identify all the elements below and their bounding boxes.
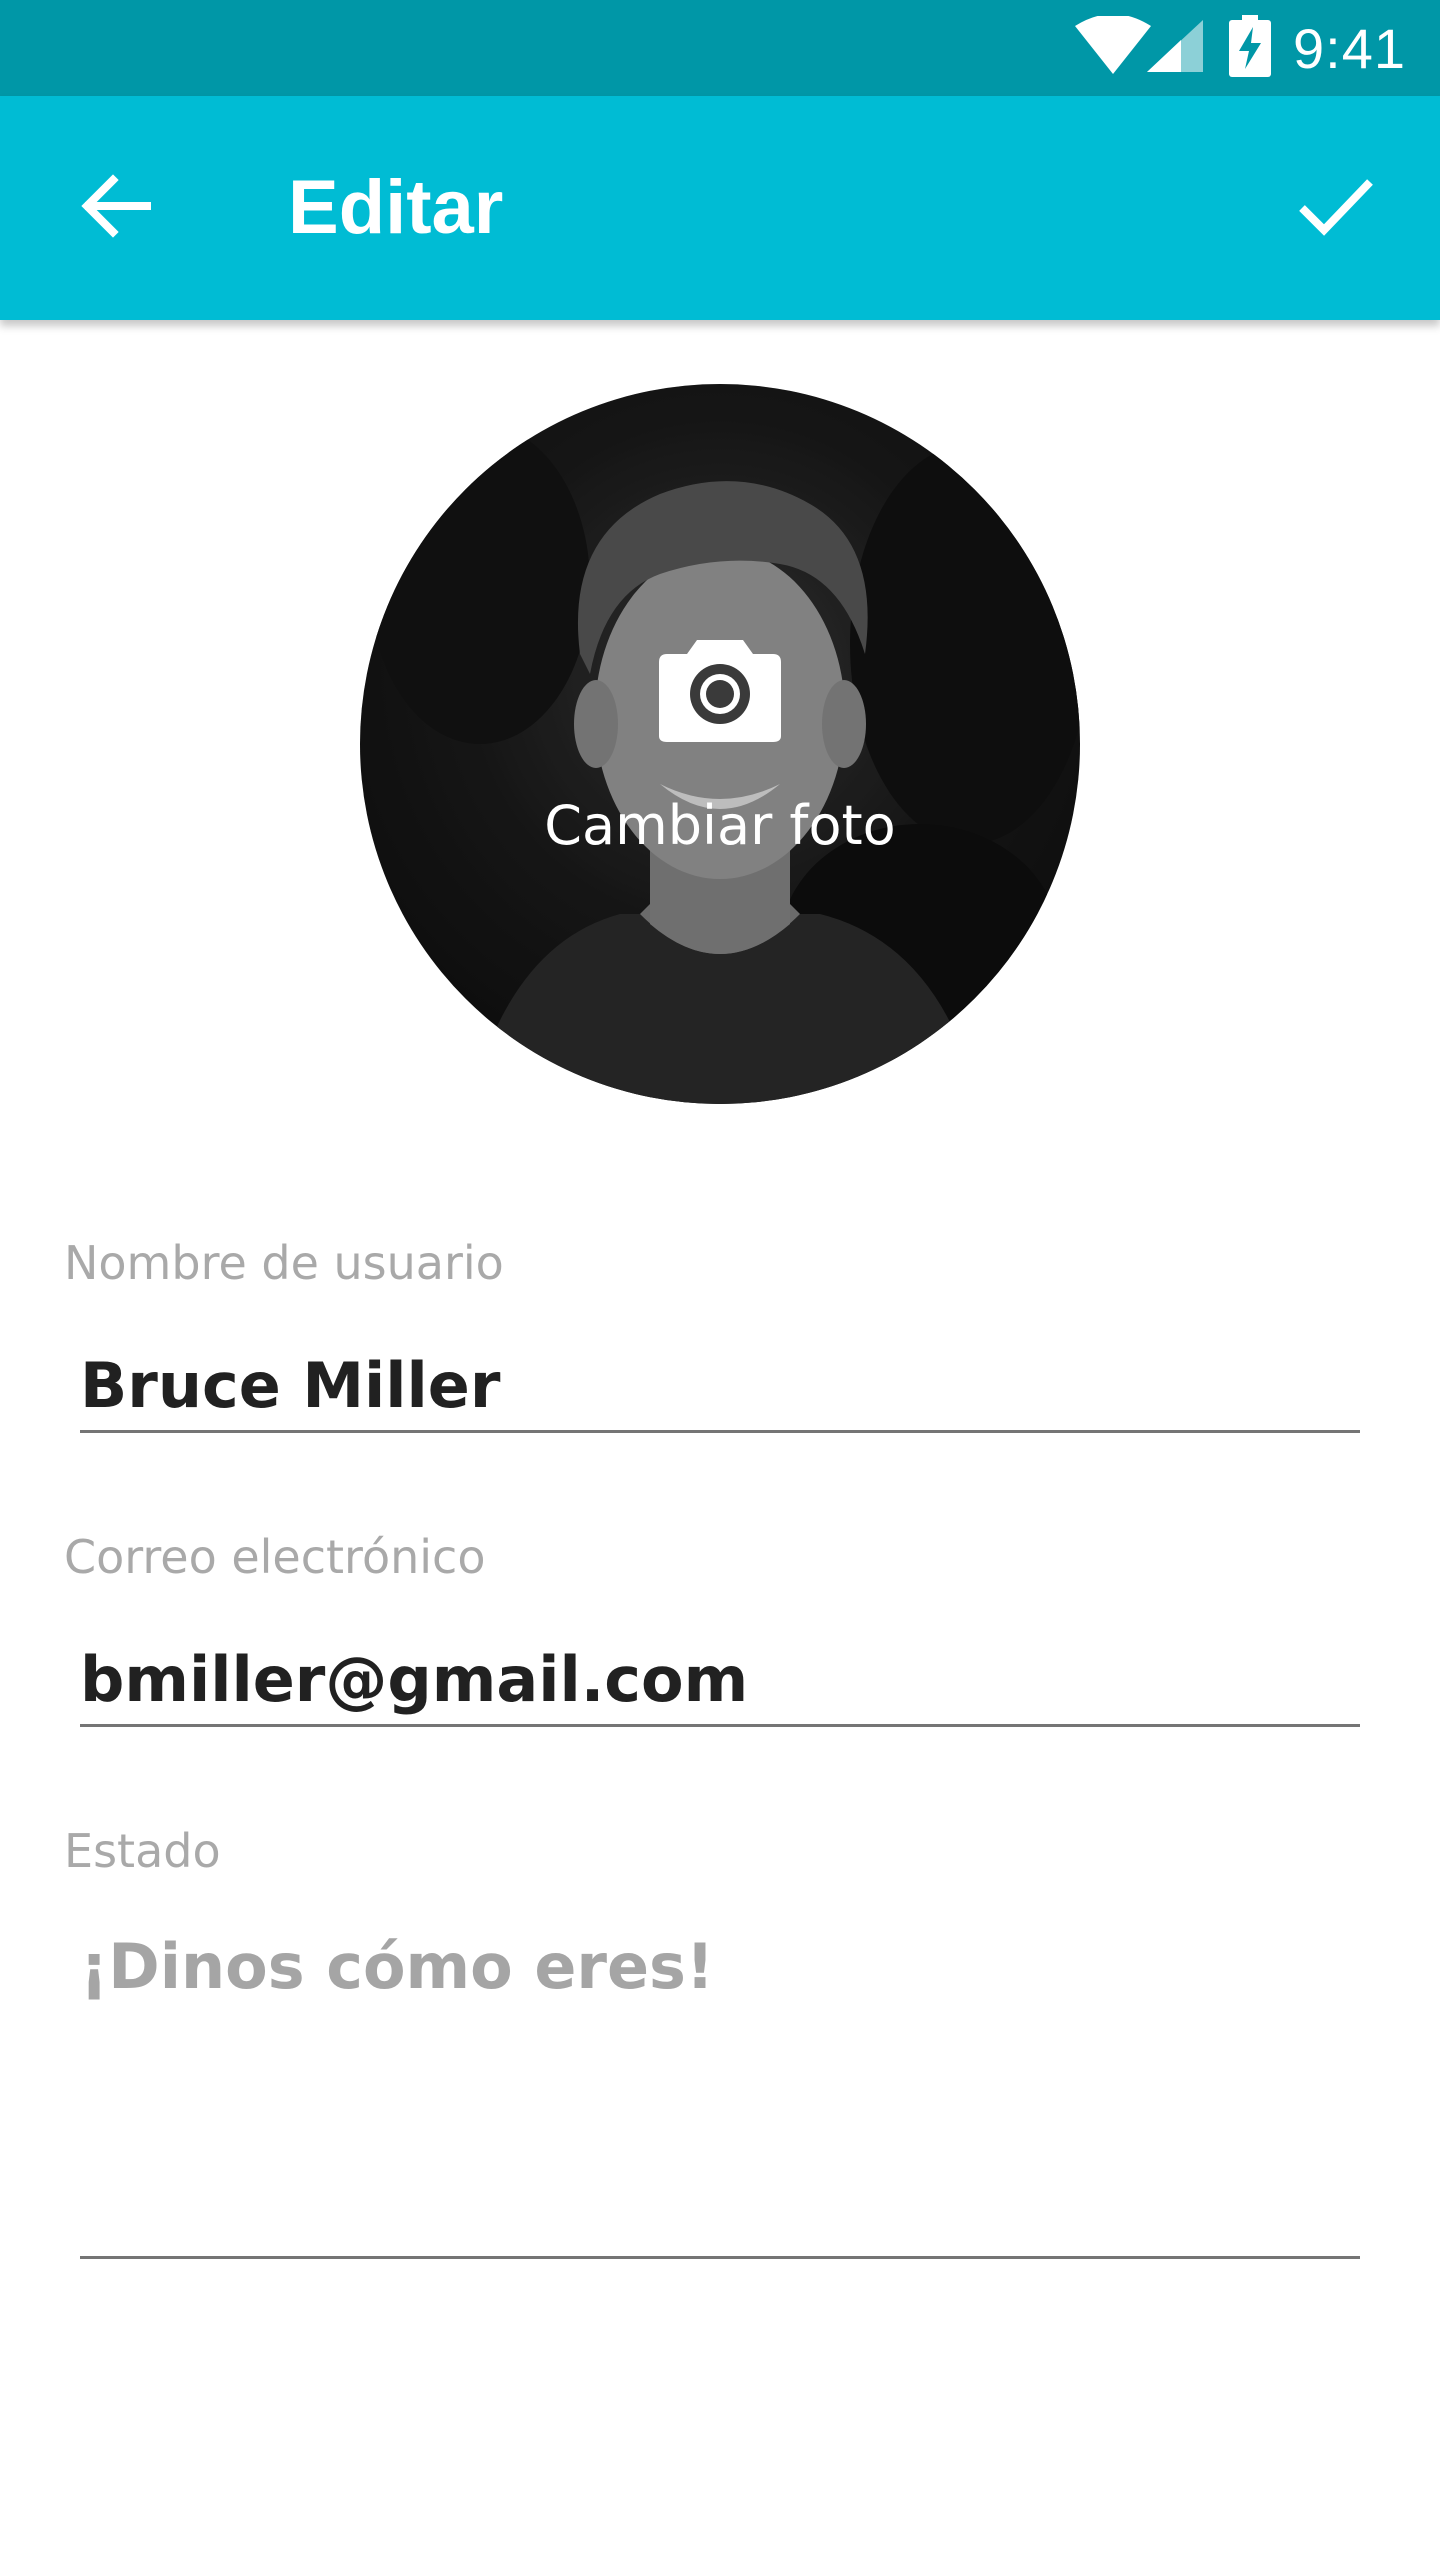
check-icon [1298,176,1374,241]
status-bar: 9:41 [0,0,1440,96]
cellular-signal-icon [1145,18,1207,79]
confirm-button[interactable] [1272,148,1400,268]
wifi-icon [1073,13,1153,81]
arrow-back-icon [81,173,151,243]
status-icons: 9:41 [1073,0,1406,96]
email-input[interactable] [80,1634,1360,1727]
status-label: Estado [64,1824,221,1878]
back-button[interactable] [56,148,176,268]
avatar-change-photo[interactable]: Cambiar foto [360,384,1080,1104]
status-time: 9:41 [1293,16,1406,80]
status-textarea[interactable] [80,1930,1360,2259]
change-photo-label: Cambiar foto [544,794,896,857]
battery-charging-icon [1229,14,1271,82]
email-label: Correo electrónico [64,1530,486,1584]
page-title: Editar [288,165,504,250]
app-bar: Editar [0,96,1440,320]
username-label: Nombre de usuario [64,1236,504,1290]
camera-icon [657,632,783,744]
username-input[interactable] [80,1340,1360,1433]
